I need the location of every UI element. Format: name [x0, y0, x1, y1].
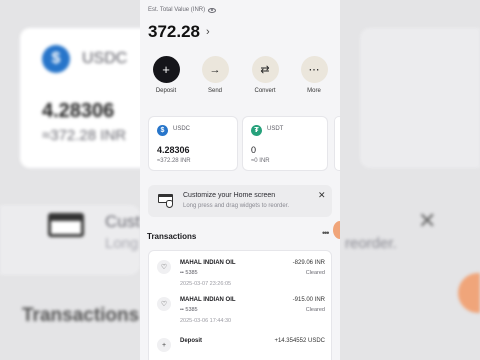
- total-value-label: Est. Total Value (INR): [148, 7, 217, 13]
- bg-coin-name: USDC: [82, 50, 128, 67]
- asset-fiat-value: ≈372.28 INR: [157, 158, 191, 164]
- transaction-amount: -915.00 INR: [292, 297, 325, 303]
- transaction-date: 2025-03-07 23:26:05: [180, 281, 232, 287]
- transaction-row[interactable]: + Deposit +14.354552 USDC: [149, 331, 333, 360]
- floating-orange-button[interactable]: [333, 221, 340, 239]
- transaction-amount: -829.06 INR: [292, 260, 325, 266]
- asset-card-usdc[interactable]: $ USDC 4.28306 ≈372.28 INR: [148, 116, 238, 171]
- transaction-card: •• 5385: [180, 307, 198, 313]
- bg-banner-title: Cust: [105, 212, 140, 231]
- transaction-merchant: MAHAL INDIAN OIL: [180, 260, 236, 266]
- total-value-label-text: Est. Total Value (INR): [148, 7, 206, 13]
- more-button[interactable]: ⋯ More: [296, 56, 332, 94]
- bg-orange-circle: [458, 273, 480, 313]
- asset-name: USDT: [267, 126, 284, 132]
- eye-icon[interactable]: [208, 7, 217, 13]
- plus-icon: +: [157, 338, 171, 352]
- send-label: Send: [207, 88, 222, 94]
- bg-banner-sub-right: reorder.: [345, 235, 397, 252]
- total-value-row[interactable]: 372.28 ›: [148, 22, 210, 42]
- more-label: More: [307, 88, 321, 94]
- card-icon: ♡: [157, 297, 171, 311]
- plus-icon: +: [152, 56, 180, 83]
- asset-card-usdt[interactable]: ₮ USDT 0 ≈0 INR: [242, 116, 328, 171]
- deposit-button[interactable]: + Deposit: [148, 56, 184, 94]
- asset-name: USDC: [173, 126, 191, 132]
- arrow-right-icon: →: [201, 56, 229, 83]
- chevron-right-icon: ›: [206, 26, 210, 38]
- transaction-row[interactable]: ♡ MAHAL INDIAN OIL •• 5385 2025-03-06 17…: [149, 290, 333, 330]
- ellipsis-icon: ⋯: [300, 56, 328, 83]
- more-options-icon[interactable]: •••: [322, 228, 330, 238]
- total-value: 372.28: [148, 22, 200, 41]
- transactions-title: Transactions: [147, 232, 197, 241]
- transaction-merchant: Deposit: [180, 338, 203, 344]
- transaction-status: Cleared: [305, 270, 325, 276]
- transaction-date: 2025-03-06 17:44:30: [180, 318, 232, 324]
- bg-transactions-title: Transactions: [22, 305, 140, 326]
- widget-drag-icon: [158, 194, 174, 208]
- transaction-amount: +14.354552 USDC: [274, 338, 325, 344]
- bg-amount: 4.28306: [42, 100, 115, 122]
- transaction-row[interactable]: ♡ MAHAL INDIAN OIL •• 5385 2025-03-07 23…: [149, 253, 333, 293]
- transaction-card: •• 5385: [180, 270, 198, 276]
- bg-usdc-icon: $: [42, 45, 70, 73]
- phone-screen: Est. Total Value (INR) 372.28 › + Deposi…: [140, 0, 340, 360]
- usdc-icon: $: [157, 125, 168, 136]
- usdt-icon: ₮: [251, 125, 262, 136]
- transaction-status: Cleared: [305, 307, 325, 313]
- customize-banner[interactable]: Customize your Home screen Long press an…: [148, 185, 332, 217]
- bg-banner-sub: Long: [105, 235, 139, 252]
- card-icon: ♡: [157, 260, 171, 274]
- convert-button[interactable]: ⇄ Convert: [247, 56, 283, 94]
- send-button[interactable]: → Send: [197, 56, 233, 94]
- bg-fiat: ≈372.28 INR: [42, 127, 127, 144]
- asset-amount: 4.28306: [157, 145, 190, 155]
- bg-close-icon: ✕: [418, 208, 437, 233]
- asset-fiat-value: ≈0 INR: [251, 158, 270, 164]
- transaction-merchant: MAHAL INDIAN OIL: [180, 297, 236, 303]
- bg-right-card: [360, 28, 480, 168]
- transactions-list: ♡ MAHAL INDIAN OIL •• 5385 2025-03-07 23…: [148, 250, 332, 360]
- asset-amount: 0: [251, 145, 257, 155]
- banner-title: Customize your Home screen: [183, 192, 276, 199]
- deposit-label: Deposit: [155, 88, 177, 94]
- asset-card-partial[interactable]: [334, 116, 340, 171]
- convert-label: Convert: [254, 88, 276, 94]
- close-icon[interactable]: ✕: [318, 190, 326, 201]
- bg-widget-icon: [48, 213, 84, 237]
- swap-icon: ⇄: [251, 56, 279, 83]
- banner-subtitle: Long press and drag widgets to reorder.: [183, 203, 290, 209]
